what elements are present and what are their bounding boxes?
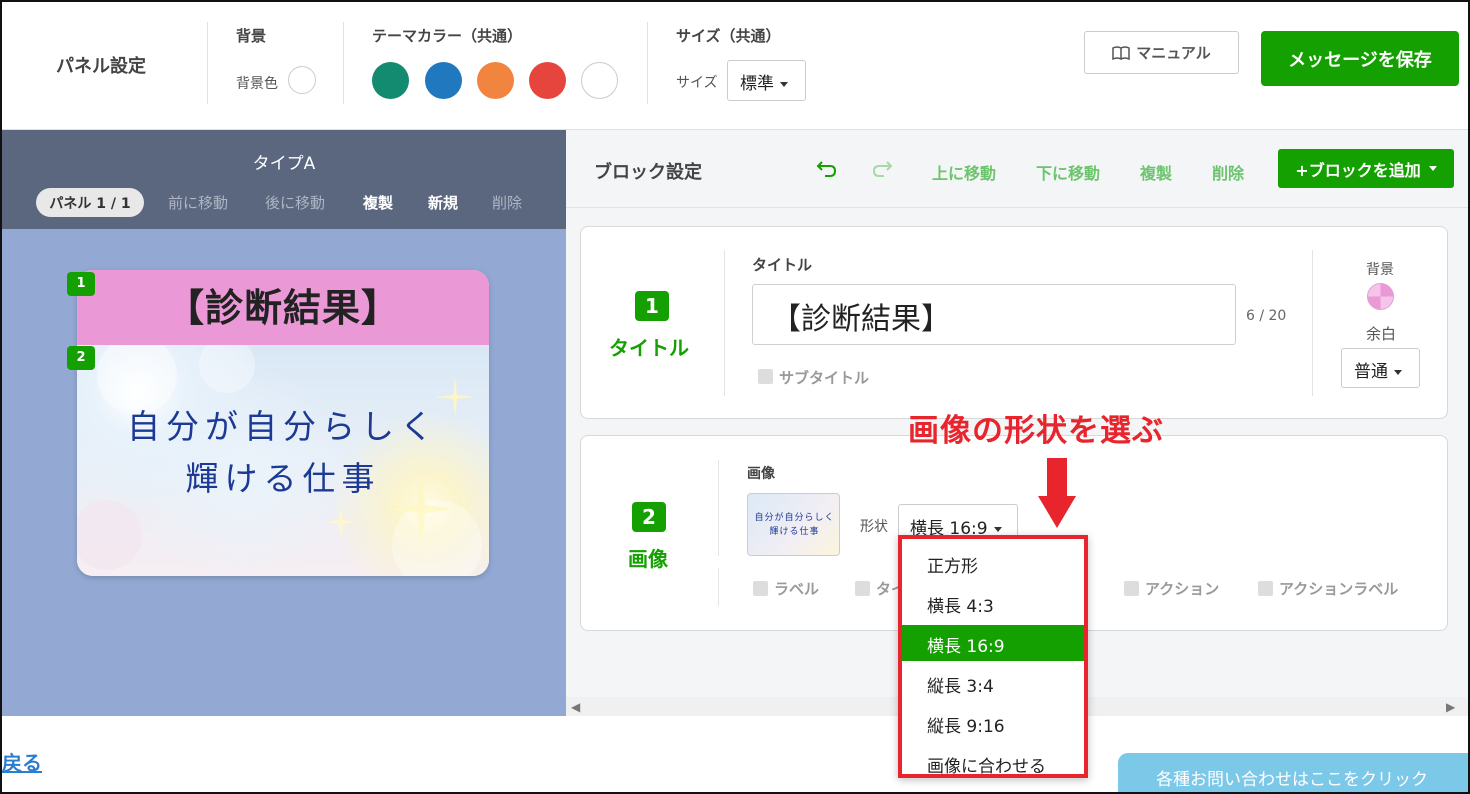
size-select-value: 標準 [740,74,774,94]
block-bg-label: 背景 [1366,262,1394,278]
undo-icon[interactable] [816,158,838,178]
delete-block-button[interactable]: 削除 [1212,160,1244,184]
size-label: サイズ [676,75,718,91]
move-next-button[interactable]: 後に移動 [265,192,325,213]
title-input[interactable]: 【診断結果】 [752,284,1236,345]
scroll-right-icon[interactable]: ▶ [1446,700,1455,714]
size-heading: サイズ（共通） [676,27,781,45]
manual-button-label: マニュアル [1136,44,1211,62]
bg-color-swatch[interactable] [288,66,316,94]
add-block-button[interactable]: +ブロックを追加 [1278,149,1454,188]
block-number-2: 2 [632,502,666,532]
block-bg-color-swatch[interactable] [1367,283,1394,310]
shape-dropdown-menu: 正方形 横長 4:3 横長 16:9 縦長 3:4 縦長 9:16 画像に合わせ… [898,535,1088,778]
thumb-text-line2: 輝ける仕事 [769,527,820,537]
char-counter: 6 / 20 [1246,308,1287,324]
divider [343,22,344,104]
caret-down-icon [993,526,1002,532]
theme-color-red[interactable] [529,62,566,99]
margin-select-value: 普通 [1354,362,1388,382]
move-down-button[interactable]: 下に移動 [1036,160,1100,184]
margin-label: 余白 [1366,325,1397,343]
divider [1312,250,1313,396]
card-title: 【診断結果】 [77,270,489,345]
card-image-text-line2: 輝ける仕事 [185,459,381,498]
caret-down-icon [1394,369,1402,375]
theme-color-heading: テーマカラー（共通） [372,27,523,45]
margin-select[interactable]: 普通 [1341,348,1420,388]
thumb-text-line1: 自分が自分らしく [754,513,835,523]
block-settings-title: ブロック設定 [594,162,702,183]
duplicate-block-button[interactable]: 複製 [1140,160,1172,184]
panel-indicator[interactable]: パネル 1 / 1 [36,188,144,217]
top-toolbar: パネル設定 背景 背景色 テーマカラー（共通） サイズ（共通） サイズ 標準 マ… [0,0,1470,130]
block-badge-2: 2 [67,346,95,370]
message-card-preview[interactable]: 【診断結果】 自分が自分らしく 輝ける仕事 [77,270,489,576]
theme-color-white[interactable] [581,62,618,99]
action-checkbox[interactable] [1124,581,1139,596]
action-label-checkbox-label: アクションラベル [1279,580,1399,598]
subtitle-checkbox[interactable] [758,369,773,384]
caret-down-icon [1428,166,1437,171]
scroll-left-icon[interactable]: ◀ [571,700,580,714]
manual-button[interactable]: マニュアル [1084,31,1239,74]
new-panel-button[interactable]: 新規 [428,192,458,213]
save-message-button[interactable]: メッセージを保存 [1261,31,1459,86]
shape-label: 形状 [860,519,888,535]
bg-color-label: 背景色 [236,76,278,92]
block-number-1: 1 [635,291,669,321]
label-checkbox-label: ラベル [774,580,820,598]
panel-settings-title: パネル設定 [56,56,146,77]
image-field-label: 画像 [747,466,775,482]
card-image-text-line1: 自分が自分らしく [127,407,439,446]
subtitle-checkbox-label: サブタイトル [779,369,870,387]
back-link[interactable]: 戻る [2,747,42,776]
move-prev-button[interactable]: 前に移動 [168,192,228,213]
book-icon [1112,45,1130,60]
shape-option-portrait-3-4[interactable]: 縦長 3:4 [902,665,1084,701]
caret-down-icon [780,81,788,87]
block-type-label: タイトル [609,336,689,360]
move-up-button[interactable]: 上に移動 [932,160,996,184]
action-label-checkbox[interactable] [1258,581,1273,596]
block-settings-header: ブロック設定 上に移動 下に移動 複製 削除 +ブロックを追加 [566,130,1468,208]
annotation-arrow-head [1038,496,1076,528]
shape-option-portrait-9-16[interactable]: 縦長 9:16 [902,705,1084,741]
action-checkbox-label: アクション [1145,580,1220,598]
title-field-label: タイトル [752,256,813,274]
divider [718,568,719,606]
divider [724,250,725,396]
bg-heading: 背景 [236,27,267,45]
theme-color-blue[interactable] [425,62,462,99]
block-badge-1: 1 [67,272,95,296]
shape-option-square[interactable]: 正方形 [902,545,1084,581]
theme-color-orange[interactable] [477,62,514,99]
divider [647,22,648,104]
block-type-label: 画像 [628,547,668,571]
annotation-text: 画像の形状を選ぶ [908,413,1164,449]
label-checkbox[interactable] [753,581,768,596]
shape-option-landscape-4-3[interactable]: 横長 4:3 [902,585,1084,621]
divider [718,460,719,556]
duplicate-panel-button[interactable]: 複製 [363,192,393,213]
divider [207,22,208,104]
shape-option-fit-image[interactable]: 画像に合わせる [902,745,1084,781]
panel-type-label: タイプA [252,154,316,174]
card-image: 自分が自分らしく 輝ける仕事 [77,345,489,576]
delete-panel-button[interactable]: 削除 [492,192,522,213]
redo-icon[interactable] [871,158,893,178]
contact-tab[interactable]: 各種お問い合わせはここをクリック [1118,753,1470,794]
size-select[interactable]: 標準 [727,60,806,101]
shape-option-landscape-16-9[interactable]: 横長 16:9 [902,625,1084,661]
annotation-arrow-icon [1047,458,1067,498]
title-checkbox[interactable] [855,581,870,596]
image-thumbnail[interactable]: 自分が自分らしく 輝ける仕事 [747,493,840,556]
theme-color-green[interactable] [372,62,409,99]
panel-header: タイプA パネル 1 / 1 前に移動 後に移動 複製 新規 削除 [2,130,566,229]
add-block-label: +ブロックを追加 [1295,160,1421,180]
